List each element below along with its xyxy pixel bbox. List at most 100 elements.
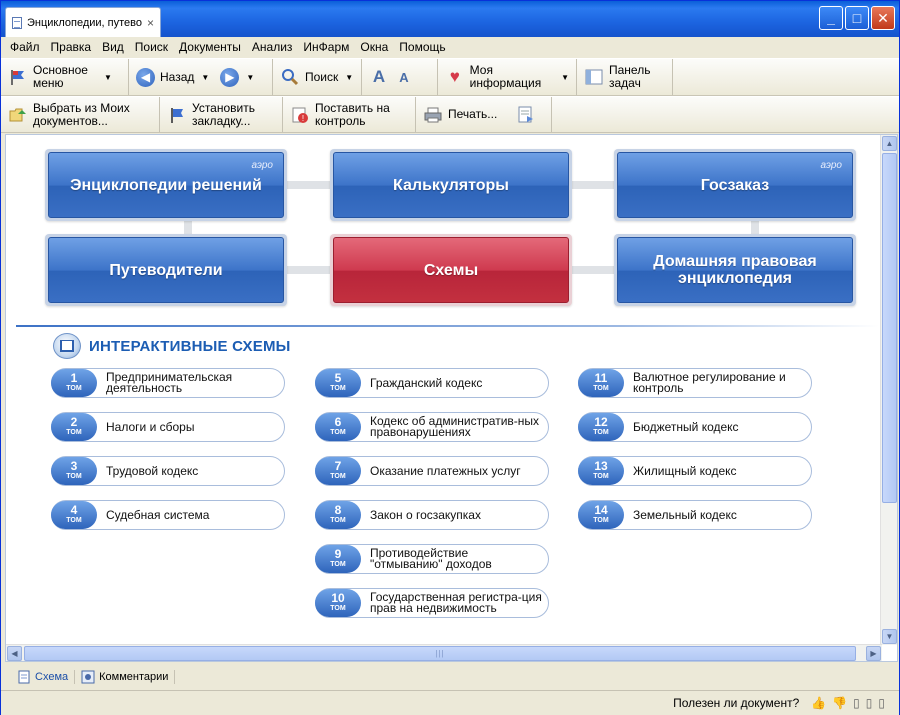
volume-label: Гражданский кодекс [370, 375, 483, 390]
view-tabs: Схема Комментарии [5, 665, 898, 689]
volume-label: Закон о госзакупках [370, 507, 481, 522]
volume-8[interactable]: 8 ТОМ Закон о госзакупках [315, 500, 549, 530]
tab-comments[interactable]: Комментарии [75, 670, 176, 684]
menu-infarm[interactable]: ИнФарм [298, 40, 355, 54]
schemes-tile[interactable]: Схемы [330, 234, 572, 306]
main-menu-button[interactable]: Основное меню ▼ [1, 59, 129, 95]
tab-scheme[interactable]: Схема [11, 670, 76, 684]
volume-label: Государственная регистра-ция прав на нед… [370, 590, 542, 615]
export-icon[interactable] [516, 105, 536, 125]
connector [569, 266, 619, 274]
search-button[interactable]: Поиск ▼ [273, 59, 362, 95]
chevron-down-icon[interactable]: ▼ [246, 73, 254, 82]
page-icon[interactable]: ▯ [878, 696, 885, 710]
search-label: Поиск [305, 69, 339, 84]
document-tab[interactable]: Энциклопедии, путево... × [5, 7, 161, 37]
volume-number: 8 [334, 503, 342, 517]
volume-number: 12 [594, 415, 608, 429]
task-panel-button[interactable]: Панель задач [577, 59, 673, 95]
my-info-label: Моя информация [469, 63, 542, 90]
encyclopedias-tile[interactable]: Энциклопедии решений аэро [45, 149, 287, 221]
font-increase-icon[interactable]: A [369, 67, 389, 87]
scroll-right-button[interactable]: ▶ [866, 646, 881, 661]
volume-badge: 14 ТОМ [578, 501, 624, 529]
volume-4[interactable]: 4 ТОМ Судебная система [51, 500, 285, 530]
menu-analysis[interactable]: Анализ [247, 40, 299, 54]
scroll-down-button[interactable]: ▼ [882, 629, 897, 644]
menu-windows[interactable]: Окна [355, 40, 394, 54]
comments-icon [81, 670, 95, 684]
minimize-button[interactable]: _ [819, 6, 843, 30]
page-icon[interactable]: ▯ [866, 696, 873, 710]
volume-label: Земельный кодекс [633, 507, 737, 522]
volume-7[interactable]: 7 ТОМ Оказание платежных услуг [315, 456, 549, 486]
menu-search[interactable]: Поиск [130, 40, 174, 54]
bookmark-flag-icon [167, 105, 187, 125]
volume-6[interactable]: 6 ТОМ Кодекс об административ-ных правона… [315, 412, 549, 442]
volume-3[interactable]: 3 ТОМ Трудовой кодекс [51, 456, 285, 486]
my-info-button[interactable]: ♥ Моя информация ▼ [438, 59, 577, 95]
menu-documents[interactable]: Документы [174, 40, 247, 54]
volume-1[interactable]: 1 ТОМ Предпринимательская деятельность [51, 368, 285, 398]
menu-file[interactable]: Файл [5, 40, 46, 54]
document-toolbar: Выбрать из Моих документов... Установить… [1, 96, 899, 133]
home-encyclopedia-tile[interactable]: Домашняя правовая энциклопедия [614, 234, 856, 306]
volume-badge: 8 ТОМ [315, 501, 361, 529]
chevron-down-icon[interactable]: ▼ [561, 73, 569, 82]
print-label: Печать... [448, 107, 498, 121]
thumbs-up-icon[interactable]: 👍 [811, 696, 826, 710]
guides-tile[interactable]: Путеводители [45, 234, 287, 306]
calculators-label: Калькуляторы [393, 176, 509, 194]
print-button[interactable]: Печать... [416, 97, 552, 132]
horizontal-scroll-thumb[interactable]: ||| [24, 646, 856, 661]
volume-label: Кодекс об административ-ных правонарушен… [370, 414, 540, 439]
maximize-button[interactable]: □ [845, 6, 869, 30]
put-on-control-button[interactable]: ! Поставить на контроль [283, 97, 416, 132]
flag-icon [8, 67, 28, 87]
scroll-up-button[interactable]: ▲ [882, 136, 897, 151]
volume-10[interactable]: 10 ТОМ Государственная регистра-ция прав … [315, 588, 549, 618]
vertical-scrollbar[interactable]: ▲ ▼ [880, 135, 897, 645]
volume-number: 2 [70, 415, 78, 429]
section-header: ИНТЕРАКТИВНЫЕ СХЕМЫ [53, 333, 291, 359]
forward-arrow-icon[interactable]: ▶ [220, 67, 240, 87]
calculators-tile[interactable]: Калькуляторы [330, 149, 572, 221]
vertical-scroll-thumb[interactable] [882, 153, 897, 503]
chevron-down-icon[interactable]: ▼ [345, 73, 353, 82]
volume-13[interactable]: 13 ТОМ Жилищный кодекс [578, 456, 812, 486]
connector [184, 219, 192, 235]
volume-5[interactable]: 5 ТОМ Гражданский кодекс [315, 368, 549, 398]
volume-number: 4 [70, 503, 78, 517]
main-menu-label: Основное меню [33, 63, 88, 90]
back-button[interactable]: ◀ Назад ▼ ▶ ▼ [129, 59, 273, 95]
chevron-down-icon[interactable]: ▼ [104, 73, 112, 82]
tab-close-icon[interactable]: × [147, 16, 154, 30]
volume-number: 5 [334, 371, 342, 385]
horizontal-scrollbar[interactable]: ◀ ||| ▶ [6, 644, 882, 661]
menu-edit[interactable]: Правка [46, 40, 98, 54]
volume-2[interactable]: 2 ТОМ Налоги и сборы [51, 412, 285, 442]
set-bookmark-button[interactable]: Установить закладку... [160, 97, 283, 132]
volume-14[interactable]: 14 ТОМ Земельный кодекс [578, 500, 812, 530]
menu-help[interactable]: Помощь [394, 40, 451, 54]
select-from-docs-button[interactable]: Выбрать из Моих документов... [1, 97, 160, 132]
page-icon[interactable]: ▯ [853, 696, 860, 710]
volume-11[interactable]: 11 ТОМ Валютное регулирование и контроль [578, 368, 812, 398]
back-arrow-icon: ◀ [136, 67, 155, 87]
title-bar: Энциклопедии, путево... × _ □ ✕ [1, 1, 899, 37]
thumbs-down-icon[interactable]: 👎 [832, 696, 847, 710]
font-decrease-icon[interactable]: A [394, 67, 414, 87]
scroll-left-button[interactable]: ◀ [7, 646, 22, 661]
schemes-label: Схемы [423, 261, 479, 279]
volume-label: Жилищный кодекс [633, 463, 737, 478]
goszakaz-tile[interactable]: Госзаказ аэро [614, 149, 856, 221]
chevron-down-icon[interactable]: ▼ [201, 73, 209, 82]
task-panel-label: Панель задач [609, 63, 651, 90]
volume-12[interactable]: 12 ТОМ Бюджетный кодекс [578, 412, 812, 442]
close-button[interactable]: ✕ [871, 6, 895, 30]
volume-tom-label: ТОМ [66, 517, 82, 524]
book-icon [53, 333, 81, 359]
volume-9[interactable]: 9 ТОМ Противодействие "отмыванию" доходов [315, 544, 549, 574]
volume-label: Трудовой кодекс [106, 463, 199, 478]
menu-view[interactable]: Вид [97, 40, 130, 54]
